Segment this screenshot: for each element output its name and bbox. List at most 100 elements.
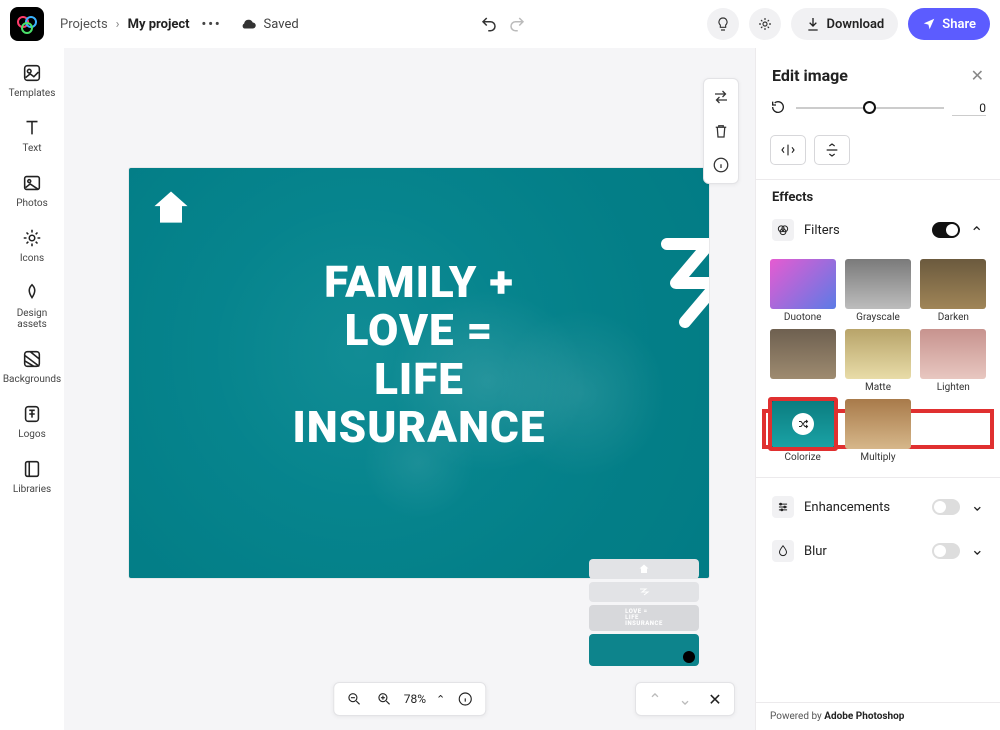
slider-knob[interactable] <box>863 101 876 114</box>
download-button[interactable]: Download <box>791 8 899 40</box>
house-icon <box>149 186 193 230</box>
page-nav-bar: ⌃ ⌃ ✕ <box>635 682 735 716</box>
zoom-out-icon[interactable] <box>344 689 364 709</box>
filter-item-lighten[interactable]: Lighten <box>919 329 988 393</box>
filter-item-colorize[interactable]: Colorize <box>768 399 837 463</box>
filters-icon <box>772 219 794 241</box>
filter-label: Multiply <box>860 452 895 463</box>
layer-chip-text[interactable]: LOVE =LIFEINSURANCE <box>589 605 699 631</box>
swap-icon[interactable] <box>712 85 730 109</box>
right-panel-header: Edit image ✕ <box>756 48 1000 93</box>
enhancements-row[interactable]: Enhancements ⌃ <box>764 488 992 526</box>
filter-thumb <box>770 399 836 449</box>
rail-label: Text <box>22 143 41 154</box>
page-prev-icon[interactable]: ⌃ <box>646 690 664 708</box>
undo-icon[interactable] <box>480 15 498 33</box>
chevron-up-icon[interactable]: ⌃ <box>436 693 445 706</box>
rail-text[interactable]: Text <box>2 117 62 154</box>
trash-icon[interactable] <box>712 119 730 143</box>
filters-row[interactable]: Filters ⌃ <box>764 211 992 249</box>
blur-accordion: Blur ⌃ <box>764 532 992 570</box>
layer-effect-icon <box>683 651 695 663</box>
rail-label: Icons <box>20 253 44 264</box>
flip-horizontal-icon[interactable] <box>770 135 806 165</box>
download-icon <box>805 16 821 32</box>
headline-line: FAMILY + <box>129 258 709 306</box>
reset-icon[interactable] <box>770 99 788 117</box>
share-button[interactable]: Share <box>908 8 990 40</box>
chevron-up-icon[interactable]: ⌃ <box>970 223 984 237</box>
canvas[interactable]: FAMILY + LOVE = LIFE INSURANCE <box>129 168 709 578</box>
layer-chip-zigzag[interactable] <box>589 582 699 602</box>
rail-label: Photos <box>16 198 48 209</box>
blur-label: Blur <box>804 544 922 559</box>
layer-chip-house[interactable] <box>589 559 699 579</box>
headline-line: LIFE <box>129 355 709 403</box>
shuffle-icon[interactable] <box>792 413 814 435</box>
info-icon[interactable] <box>712 153 730 177</box>
enhancements-toggle[interactable] <box>932 499 960 515</box>
save-status: Saved <box>240 15 299 33</box>
rail-label: Logos <box>18 429 46 440</box>
zoom-in-icon[interactable] <box>374 689 394 709</box>
rail-templates[interactable]: Templates <box>2 62 62 99</box>
rail-libraries[interactable]: Libraries <box>2 458 62 495</box>
blur-toggle[interactable] <box>932 543 960 559</box>
blur-row[interactable]: Blur ⌃ <box>764 532 992 570</box>
slider-value[interactable]: 0 <box>952 101 986 116</box>
filter-item-darken[interactable]: Darken <box>919 259 988 323</box>
rail-label: Libraries <box>13 484 51 495</box>
layer-chip-photo[interactable] <box>589 634 699 666</box>
layer-stack: LOVE =LIFEINSURANCE <box>589 559 699 666</box>
breadcrumb-project[interactable]: My project <box>128 17 190 32</box>
filter-item-slot3[interactable] <box>768 329 837 393</box>
filter-thumb <box>845 329 911 379</box>
app-logo[interactable] <box>10 7 44 41</box>
opacity-slider-row: 0 <box>756 93 1000 125</box>
sparkle-icon[interactable] <box>749 8 781 40</box>
breadcrumb-root[interactable]: Projects <box>60 17 108 32</box>
canvas-float-panel <box>703 78 739 184</box>
enhancements-label: Enhancements <box>804 500 922 515</box>
topbar-center <box>307 15 699 33</box>
filter-label: Duotone <box>784 312 821 323</box>
filter-thumb <box>770 259 836 309</box>
zoom-info-icon[interactable] <box>455 689 475 709</box>
filter-item-multiply[interactable]: Multiply <box>843 399 912 463</box>
filter-thumb <box>845 399 911 449</box>
undo-redo <box>480 15 526 33</box>
footer-brand: Adobe Photoshop <box>824 711 904 722</box>
page-next-icon[interactable]: ⌃ <box>676 690 694 708</box>
rail-design-assets[interactable]: Design assets <box>2 282 62 330</box>
filter-item-duotone[interactable]: Duotone <box>768 259 837 323</box>
flip-row <box>756 125 1000 179</box>
rail-label: Design assets <box>2 308 62 330</box>
flip-vertical-icon[interactable] <box>814 135 850 165</box>
chevron-down-icon[interactable]: ⌃ <box>970 544 984 558</box>
canvas-headline[interactable]: FAMILY + LOVE = LIFE INSURANCE <box>129 258 709 452</box>
right-panel: Edit image ✕ 0 Effects Filters ⌃ Duotone… <box>755 48 1000 730</box>
rail-icons[interactable]: Icons <box>2 227 62 264</box>
filter-thumb <box>920 259 986 309</box>
filter-label: Matte <box>865 382 891 393</box>
filter-grid: Duotone GrayscaleDarken Matte Lighten Colori… <box>756 255 1000 471</box>
filters-toggle[interactable] <box>932 222 960 238</box>
zoom-bar: 78% ⌃ <box>333 682 487 716</box>
left-rail: Templates Text Photos Icons Design asset… <box>0 48 64 730</box>
rail-logos[interactable]: Logos <box>2 403 62 440</box>
filter-item-matte[interactable]: Matte <box>843 329 912 393</box>
chevron-down-icon[interactable]: ⌃ <box>970 500 984 514</box>
more-options-icon[interactable]: ••• <box>198 17 226 32</box>
zoom-percent[interactable]: 78% <box>404 692 426 706</box>
rail-backgrounds[interactable]: Backgrounds <box>2 348 62 385</box>
close-icon[interactable]: ✕ <box>971 66 984 85</box>
filter-item-grayscale[interactable]: Grayscale <box>843 259 912 323</box>
filter-thumb <box>920 329 986 379</box>
close-pages-icon[interactable]: ✕ <box>706 690 724 708</box>
lightbulb-icon[interactable] <box>707 8 739 40</box>
rail-photos[interactable]: Photos <box>2 172 62 209</box>
headline-line: LOVE = <box>129 306 709 354</box>
slider-track[interactable] <box>796 107 944 109</box>
redo-icon[interactable] <box>508 15 526 33</box>
chevron-right-icon: › <box>116 17 120 32</box>
